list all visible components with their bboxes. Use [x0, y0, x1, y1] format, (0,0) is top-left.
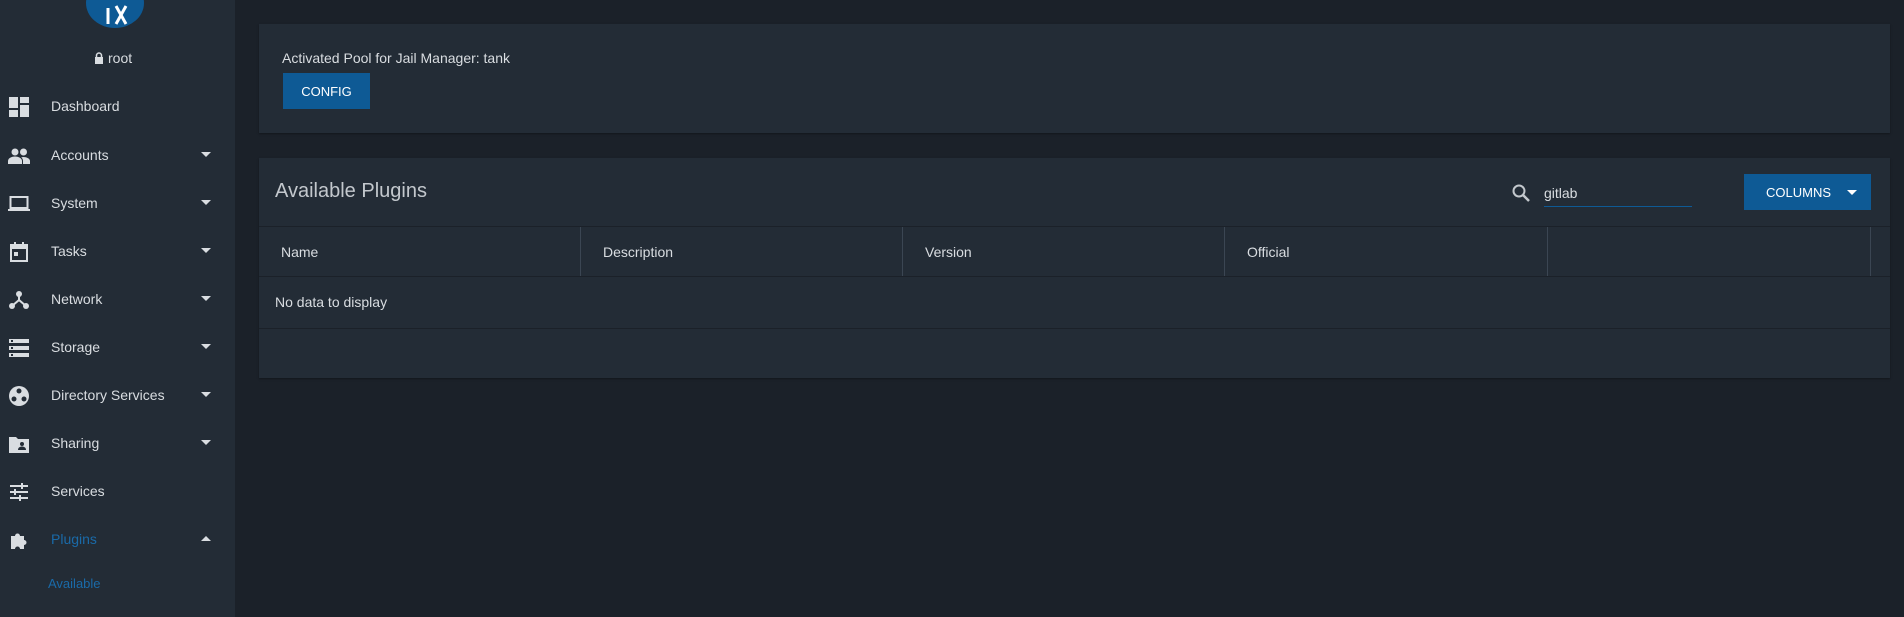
- directory-icon: [8, 385, 30, 407]
- column-header-official[interactable]: Official: [1225, 227, 1548, 276]
- column-header-name[interactable]: Name: [259, 227, 581, 276]
- chevron-down-icon: [1847, 190, 1857, 195]
- card-title: Available Plugins: [275, 180, 427, 202]
- table-header: Name Description Version Official: [259, 226, 1890, 277]
- table-footer-divider: [259, 328, 1890, 329]
- config-button[interactable]: CONFIG: [283, 73, 370, 109]
- sidebar-item-label: Storage: [51, 339, 101, 355]
- sidebar-item-system[interactable]: System: [0, 179, 235, 227]
- sidebar-item-label: Accounts: [51, 147, 109, 163]
- sidebar-item-storage[interactable]: Storage: [0, 323, 235, 371]
- folder-shared-icon: [8, 433, 30, 455]
- header-label: Official: [1247, 243, 1290, 260]
- sidebar-item-label: System: [51, 195, 98, 211]
- chevron-down-icon: [201, 248, 211, 253]
- calendar-icon: [8, 241, 30, 263]
- laptop-icon: [8, 193, 30, 215]
- sidebar-item-network[interactable]: Network: [0, 275, 235, 323]
- sidebar-item-label: Tasks: [51, 243, 87, 259]
- header-label: Description: [603, 243, 674, 260]
- sidebar-subitem-available[interactable]: Available: [48, 576, 101, 591]
- sidebar-item-label: Sharing: [51, 435, 100, 451]
- username: root: [108, 50, 133, 66]
- lock-icon: [94, 52, 104, 64]
- sidebar-item-directory-services[interactable]: Directory Services: [0, 371, 235, 419]
- chevron-down-icon: [201, 296, 211, 301]
- sidebar-item-label: Dashboard: [51, 98, 120, 114]
- dashboard-icon: [8, 96, 30, 118]
- chevron-down-icon: [201, 200, 211, 205]
- search-icon: [1511, 183, 1531, 208]
- network-icon: [8, 289, 30, 311]
- columns-button[interactable]: COLUMNS: [1744, 174, 1871, 210]
- chevron-up-icon: [201, 536, 211, 541]
- sidebar-item-tasks[interactable]: Tasks: [0, 227, 235, 275]
- sidebar-item-dashboard[interactable]: Dashboard: [0, 82, 235, 130]
- columns-label: COLUMNS: [1766, 184, 1832, 200]
- column-header-version[interactable]: Version: [903, 227, 1225, 276]
- sidebar-item-label: Network: [51, 291, 103, 307]
- chevron-down-icon: [201, 440, 211, 445]
- user-info: root: [94, 50, 132, 66]
- tune-icon: [8, 481, 30, 503]
- sidebar-item-label: Directory Services: [51, 387, 165, 403]
- sidebar-item-accounts[interactable]: Accounts: [0, 131, 235, 179]
- jail-pool-text: Activated Pool for Jail Manager: tank: [282, 50, 511, 66]
- chevron-down-icon: [201, 152, 211, 157]
- storage-icon: [8, 337, 30, 359]
- chevron-down-icon: [201, 392, 211, 397]
- truenas-logo[interactable]: [86, 0, 144, 28]
- puzzle-icon: [8, 529, 30, 551]
- header-label: Name: [281, 243, 319, 260]
- available-plugins-card: Available Plugins COLUMNS Name Descripti…: [259, 158, 1890, 378]
- sidebar-item-services[interactable]: Services: [0, 467, 235, 515]
- sidebar-item-label: Services: [51, 483, 105, 499]
- empty-table-message: No data to display: [275, 294, 388, 310]
- header-label: Version: [925, 243, 972, 260]
- sidebar-item-plugins[interactable]: Plugins: [0, 515, 235, 563]
- people-icon: [8, 145, 30, 167]
- chevron-down-icon: [201, 344, 211, 349]
- sidebar-item-label: Plugins: [51, 531, 97, 547]
- jail-pool-card: Activated Pool for Jail Manager: tank CO…: [259, 24, 1890, 133]
- sidebar: root Dashboard Accounts System Tasks Net…: [0, 0, 235, 617]
- column-header-actions: [1548, 227, 1871, 276]
- sidebar-item-sharing[interactable]: Sharing: [0, 419, 235, 467]
- search-input[interactable]: [1544, 180, 1692, 207]
- column-header-description[interactable]: Description: [581, 227, 903, 276]
